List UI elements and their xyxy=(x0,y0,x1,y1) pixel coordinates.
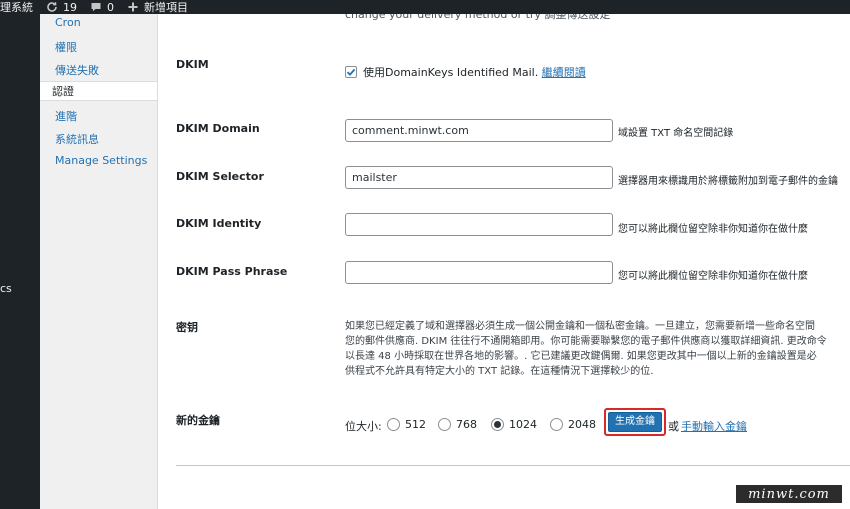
admin-bar: 理系統 19 0 新增項目 xyxy=(0,0,850,14)
watermark: minwt.com xyxy=(735,484,843,504)
admin-bar-updates[interactable]: 19 xyxy=(45,0,77,14)
keys-label: 密钥 xyxy=(176,321,198,334)
keys-description-line: 您的郵件供應商. DKIM 往往行不通開箱即用。你可能需要聯繫您的電子郵件供應商… xyxy=(345,336,827,347)
dkim-selector-label: DKIM Selector xyxy=(176,170,264,183)
settings-subnav: Cron 權限 傳送失敗 認證 進階 系統訊息 Manage Settings xyxy=(40,14,158,509)
bitsize-label: 位大小: xyxy=(345,420,382,433)
radio-1024[interactable] xyxy=(491,418,504,431)
radio-512-label: 512 xyxy=(405,418,426,431)
manual-key-link[interactable]: 手動輸入金鑰 xyxy=(681,418,747,434)
updates-count: 19 xyxy=(63,0,77,14)
subnav-item-authentication[interactable]: 認證 xyxy=(40,81,157,101)
site-name-fragment: 理系統 xyxy=(0,1,33,14)
keys-description: 如果您已經定義了域和選擇器必須生成一個公開金鑰和一個私密金鑰。一旦建立，您需要新… xyxy=(345,319,850,379)
dkim-checkbox-text: 使用DomainKeys Identified Mail. xyxy=(363,66,542,79)
dkim-checkbox-label: 使用DomainKeys Identified Mail. 繼續閱讀 xyxy=(363,64,586,80)
subnav-item-capabilities[interactable]: 權限 xyxy=(55,39,77,55)
subnav-item-system-info[interactable]: 系統訊息 xyxy=(55,131,99,147)
generate-key-button[interactable]: 生成金鑰 xyxy=(608,412,662,432)
dkim-selector-input[interactable] xyxy=(345,166,613,189)
checkmark-icon xyxy=(346,68,356,76)
subnav-item-bounce[interactable]: 傳送失敗 xyxy=(55,62,99,78)
radio-768-label: 768 xyxy=(456,418,477,431)
settings-content: change your delivery method or try 調整傳送設… xyxy=(158,14,850,509)
dkim-identity-input[interactable] xyxy=(345,213,613,236)
new-item-label: 新增項目 xyxy=(144,1,188,14)
dkim-pass-input[interactable] xyxy=(345,261,613,284)
new-key-label: 新的金鑰 xyxy=(176,414,220,427)
dkim-pass-label: DKIM Pass Phrase xyxy=(176,265,288,278)
dkim-identity-desc: 您可以將此欄位留空除非你知道你在做什麼 xyxy=(618,224,808,235)
dkim-domain-label: DKIM Domain xyxy=(176,122,260,135)
admin-menu: cs xyxy=(0,14,40,509)
dkim-domain-desc: 域設置 TXT 命名空間記錄 xyxy=(618,128,734,139)
keys-description-line: 供程式不允許具有特定大小的 TXT 記錄。在這種情況下選擇較少的位. xyxy=(345,366,654,377)
subnav-item-manage-settings[interactable]: Manage Settings xyxy=(55,154,147,167)
admin-bar-comments[interactable]: 0 xyxy=(89,0,114,14)
dkim-pass-desc: 您可以將此欄位留空除非你知道你在做什麼 xyxy=(618,271,808,282)
radio-768[interactable] xyxy=(438,418,451,431)
admin-menu-fragment[interactable]: cs xyxy=(0,282,12,295)
subnav-item-cron[interactable]: Cron xyxy=(55,16,81,29)
radio-1024-label: 1024 xyxy=(509,418,537,431)
dkim-selector-desc: 選擇器用來標識用於將標籤附加到電子郵件的金鑰 xyxy=(618,176,838,187)
admin-bar-new[interactable]: 新增項目 xyxy=(126,0,188,14)
updates-icon xyxy=(45,0,59,14)
dkim-label: DKIM xyxy=(176,58,209,71)
read-more-link[interactable]: 繼續閱讀 xyxy=(542,66,586,79)
radio-2048-label: 2048 xyxy=(568,418,596,431)
cut-off-text: change your delivery method or try 調整傳送設… xyxy=(345,14,611,21)
or-text: 或 xyxy=(668,420,679,433)
generate-key-highlight: 生成金鑰 xyxy=(604,408,666,436)
dkim-checkbox[interactable] xyxy=(345,66,357,78)
keys-description-line: 以長達 48 小時採取在世界各地的影響。. 它已建議更改鍵偶爾. 如果您更改其中… xyxy=(345,351,817,362)
dkim-identity-label: DKIM Identity xyxy=(176,217,262,230)
radio-2048[interactable] xyxy=(550,418,563,431)
plus-icon xyxy=(126,0,140,14)
admin-bar-site-name[interactable]: 理系統 xyxy=(0,0,33,14)
keys-description-line: 如果您已經定義了域和選擇器必須生成一個公開金鑰和一個私密金鑰。一旦建立，您需要新… xyxy=(345,321,815,332)
section-divider xyxy=(176,465,850,466)
radio-512[interactable] xyxy=(387,418,400,431)
comments-count: 0 xyxy=(107,0,114,14)
dkim-domain-input[interactable] xyxy=(345,119,613,142)
comment-icon xyxy=(89,0,103,14)
subnav-item-advanced[interactable]: 進階 xyxy=(55,108,77,124)
